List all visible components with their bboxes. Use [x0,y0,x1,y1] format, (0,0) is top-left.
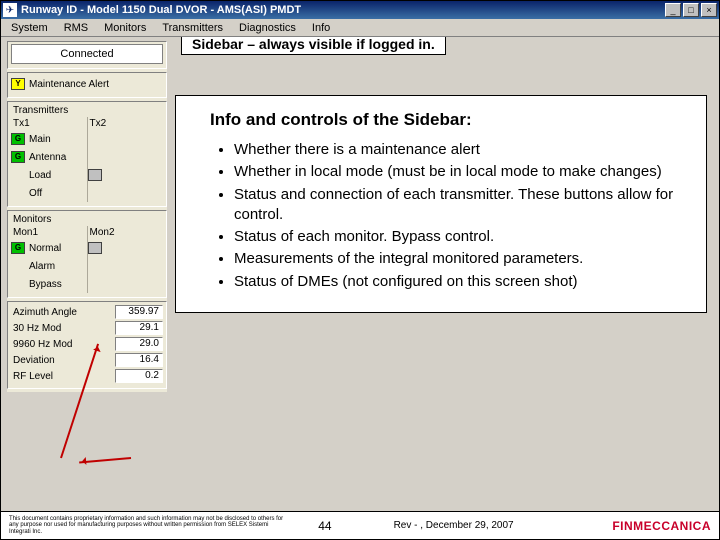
content-bullets: Whether there is a maintenance alert Whe… [210,140,690,292]
work-area: Connected Y Maintenance Alert Transmitte… [1,37,719,513]
window-title: Runway ID - Model 1150 Dual DVOR - AMS(A… [21,4,663,16]
meas-rflevel-label: RF Level [11,371,115,382]
tx-main-label: Main [27,133,53,146]
bullet: Status of DMEs (not configured on this s… [234,272,690,292]
bullet: Measurements of the integral monitored p… [234,249,690,269]
bullet: Status and connection of each transmitte… [234,185,690,226]
tx-legend: Transmitters [11,104,163,117]
menu-transmitters[interactable]: Transmitters [154,20,231,36]
meas-9960hz-val: 29.0 [115,337,163,351]
meas-azimuth-val: 359.97 [115,305,163,319]
mon-bypass-label[interactable]: Bypass [27,278,64,291]
meas-rflevel-val: 0.2 [115,369,163,383]
meas-row: Deviation16.4 [11,352,163,368]
transmitters-panel: Transmitters Tx1 GMain GAntenna Load Off… [7,101,167,207]
maintenance-alert-led: Y [11,78,25,90]
sidebar: Connected Y Maintenance Alert Transmitte… [7,41,167,392]
meas-deviation-val: 16.4 [115,353,163,367]
menubar: System RMS Monitors Transmitters Diagnos… [1,19,719,37]
footer-page: 44 [290,519,360,533]
bullet: Whether in local mode (must be in local … [234,162,690,182]
meas-row: 30 Hz Mod29.1 [11,320,163,336]
menu-system[interactable]: System [3,20,56,36]
meas-azimuth-label: Azimuth Angle [11,307,115,318]
footer-revision: Rev - , December 29, 2007 [360,520,547,531]
close-button[interactable]: × [701,3,717,17]
connected-status: Connected [11,44,163,64]
content-heading: Info and controls of the Sidebar: [210,110,690,130]
sidebar-callout: Sidebar – always visible if logged in. [181,37,446,55]
content-card: Info and controls of the Sidebar: Whethe… [175,95,707,313]
bullet: Whether there is a maintenance alert [234,140,690,160]
tx2-load-led[interactable] [88,169,102,181]
mon2-label: Mon2 [88,226,164,239]
tx-off-label: Off [27,187,44,200]
menu-diagnostics[interactable]: Diagnostics [231,20,304,36]
footer-disclaimer: This document contains proprietary infor… [9,516,290,536]
connected-panel: Connected [7,41,167,69]
tx1-label: Tx1 [11,117,87,130]
minimize-button[interactable]: _ [665,3,681,17]
meas-30hz-val: 29.1 [115,321,163,335]
meas-deviation-label: Deviation [11,355,115,366]
maintenance-alert-label: Maintenance Alert [27,78,111,91]
menu-monitors[interactable]: Monitors [96,20,154,36]
window-titlebar: ✈ Runway ID - Model 1150 Dual DVOR - AMS… [1,1,719,19]
monitors-panel: Monitors Mon1 GNormal Alarm Bypass Mon2 [7,210,167,298]
maximize-button[interactable]: □ [683,3,699,17]
meas-30hz-label: 30 Hz Mod [11,323,115,334]
menu-rms[interactable]: RMS [56,20,96,36]
mon-legend: Monitors [11,213,163,226]
mon1-normal-led[interactable]: G [11,242,25,254]
footer-brand: FINMECCANICA [547,519,711,533]
mon1-label: Mon1 [11,226,87,239]
tx-load-label: Load [27,169,53,182]
tx2-label: Tx2 [88,117,164,130]
mon-alarm-label: Alarm [27,260,57,273]
mon2-normal-led[interactable] [88,242,102,254]
arrow-icon [79,457,131,464]
tx1-antenna-led[interactable]: G [11,151,25,163]
meas-row: Azimuth Angle359.97 [11,304,163,320]
meas-row: 9960 Hz Mod29.0 [11,336,163,352]
tx1-main-led[interactable]: G [11,133,25,145]
menu-info[interactable]: Info [304,20,338,36]
app-icon: ✈ [3,3,17,17]
tx-antenna-label: Antenna [27,151,68,164]
mon-normal-label: Normal [27,242,63,255]
footer: This document contains proprietary infor… [1,511,719,539]
bullet: Status of each monitor. Bypass control. [234,227,690,247]
alert-panel: Y Maintenance Alert [7,72,167,98]
